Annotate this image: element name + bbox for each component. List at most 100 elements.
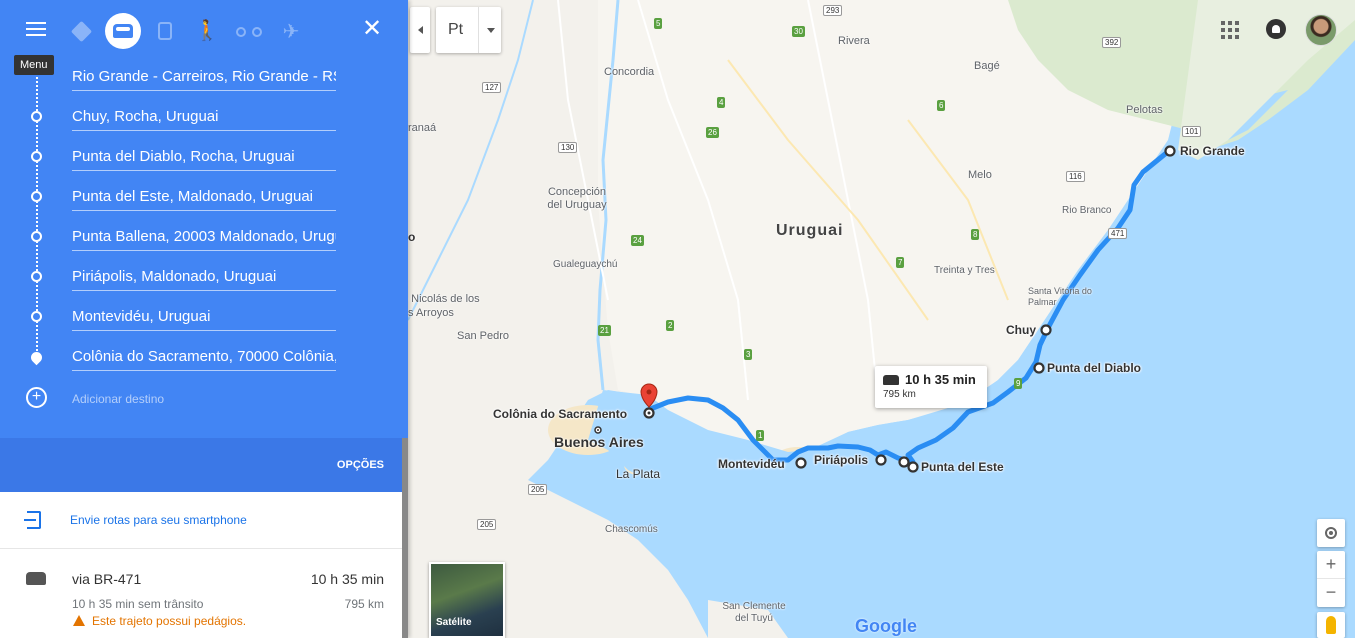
stop-label-rio-grande: Rio Grande [1180,144,1245,158]
mode-transit[interactable] [147,13,183,49]
transit-icon [158,22,172,40]
road-shield: 4 [717,97,726,108]
crosshair-icon [1325,527,1337,539]
notifications-icon[interactable] [1266,19,1286,39]
waypoint-row: Punta Ballena, 20003 Maldonado, Uruguai [0,218,408,258]
satellite-label: Satélite [436,617,472,628]
map-background [408,0,1355,638]
menu-button[interactable] [26,20,46,36]
car-icon [883,375,899,385]
road-shield: 116 [1066,171,1085,182]
waypoint-dot-icon [31,151,42,162]
layer-toggle-label: Pt [448,21,464,38]
mode-walking[interactable]: 🚶 [189,13,225,49]
city-label: Treinta y Tres [934,265,995,276]
mode-flight[interactable]: ✈ [273,13,309,49]
city-label: San Clemente del Tuyú [722,601,786,624]
waypoint-input[interactable]: Punta Ballena, 20003 Maldonado, Uruguai [72,228,336,251]
waypoint-row: Piriápolis, Maldonado, Uruguai [0,258,408,298]
city-label: Chascomús [605,524,658,535]
zoom-controls: + − [1317,551,1345,607]
send-to-phone-row[interactable]: Envie rotas para seu smartphone [0,493,402,549]
waypoint-row: Punta del Diablo, Rocha, Uruguai [0,138,408,178]
stop-label-chuy: Chuy [1006,323,1036,337]
close-directions-button[interactable]: ✕ [360,17,384,41]
stop-label-piriapolis: Piriápolis [814,453,869,467]
sidebar-scrollbar[interactable] [402,438,408,638]
waypoint-input[interactable]: Punta del Este, Maldonado, Uruguai [72,188,336,211]
flight-icon: ✈ [282,20,300,43]
add-destination-label: Adicionar destino [72,392,165,406]
stop-label-montevideu: Montevidéu [718,457,785,471]
street-view-button[interactable] [1317,612,1345,638]
waypoint-input[interactable]: Colônia do Sacramento, 70000 Colônia, Ur… [72,348,336,371]
country-label: Uruguai [776,222,844,239]
car-icon [113,24,133,38]
road-shield: 130 [558,142,578,153]
waypoint-input[interactable]: Montevidéu, Uruguai [72,308,336,331]
directions-sidebar: 🚶 ✈ ✕ Menu Rio Grande - Carreiros, Rio G… [0,0,408,638]
route-via: via BR-471 [72,571,142,587]
stop-label-punta-del-diablo: Punta del Diablo [1047,361,1142,375]
collapse-panel-button[interactable] [410,7,430,53]
road-shield: 8 [971,229,980,240]
city-label: Concordia [604,66,655,78]
route-box-duration: 10 h 35 min [905,372,976,387]
directions-icon [70,20,92,42]
road-shield: 26 [706,127,719,138]
waypoint-dot-icon [31,111,42,122]
route-distance: 795 km [344,597,384,611]
mode-driving[interactable] [105,13,141,49]
mode-cycling[interactable] [231,13,267,49]
city-label: San Pedro [457,330,509,342]
route-info-box[interactable]: 10 h 35 min 795 km [875,366,987,408]
warning-icon [73,615,85,626]
zoom-out-button[interactable]: − [1317,579,1345,606]
chevron-left-icon [417,26,423,34]
waypoint-input[interactable]: Punta del Diablo, Rocha, Uruguai [72,148,336,171]
road-shield: 24 [631,235,644,246]
map-layer-toggle[interactable]: Pt [436,7,501,53]
pegman-icon [1326,616,1336,634]
add-circle-icon: + [26,387,47,408]
google-logo: Google [855,616,917,636]
menu-tooltip: Menu [14,55,54,75]
stop-label-punta-del-este: Punta del Este [921,460,1004,474]
bike-icon [236,24,262,38]
road-shield: 101 [1182,126,1202,137]
city-label: Rivera [838,35,870,47]
waypoint-input[interactable]: Chuy, Rocha, Uruguai [72,108,336,131]
road-shield: 6 [937,100,946,111]
city-label: s Arroyos [408,307,454,319]
options-button[interactable]: OPÇÕES [337,459,384,471]
road-shield: 471 [1108,228,1128,239]
satellite-toggle[interactable]: Satélite [429,562,505,638]
city-label: Santa Vitória do Palmar [1028,286,1092,307]
destination-pin-icon [28,349,45,366]
route-summary-card[interactable]: via BR-471 10 h 35 min 10 h 35 min sem t… [0,550,402,638]
road-shield: 9 [1014,378,1023,389]
city-label: Bagé [974,60,1000,72]
add-destination-row[interactable]: + Adicionar destino [0,384,408,412]
city-label: Concepción del Uruguay [547,186,607,211]
my-location-button[interactable] [1317,519,1345,547]
toll-warning: Este trajeto possui pedágios. [92,614,247,628]
mode-best-route[interactable] [63,13,99,49]
route-no-traffic: 10 h 35 min sem trânsito [72,597,204,611]
waypoint-input[interactable]: Piriápolis, Maldonado, Uruguai [72,268,336,291]
city-label: Pelotas [1126,104,1163,116]
zoom-in-button[interactable]: + [1317,551,1345,579]
apps-icon[interactable] [1221,21,1239,39]
waypoint-input[interactable]: Rio Grande - Carreiros, Rio Grande - RS [72,68,336,91]
city-label: ranaá [408,122,437,134]
waypoint-dot-icon [31,191,42,202]
avatar[interactable] [1305,14,1337,46]
chevron-down-icon [487,27,495,33]
road-shield: 293 [823,5,843,16]
waypoint-dot-icon [31,231,42,242]
city-label: Buenos Aires [554,434,644,450]
send-to-phone-link: Envie rotas para seu smartphone [70,513,247,527]
road-shield: 2 [666,320,675,331]
car-icon [26,572,46,585]
map-canvas[interactable]: Pt Uruguai Rio Grande Chuy Punta del Dia… [408,0,1355,638]
